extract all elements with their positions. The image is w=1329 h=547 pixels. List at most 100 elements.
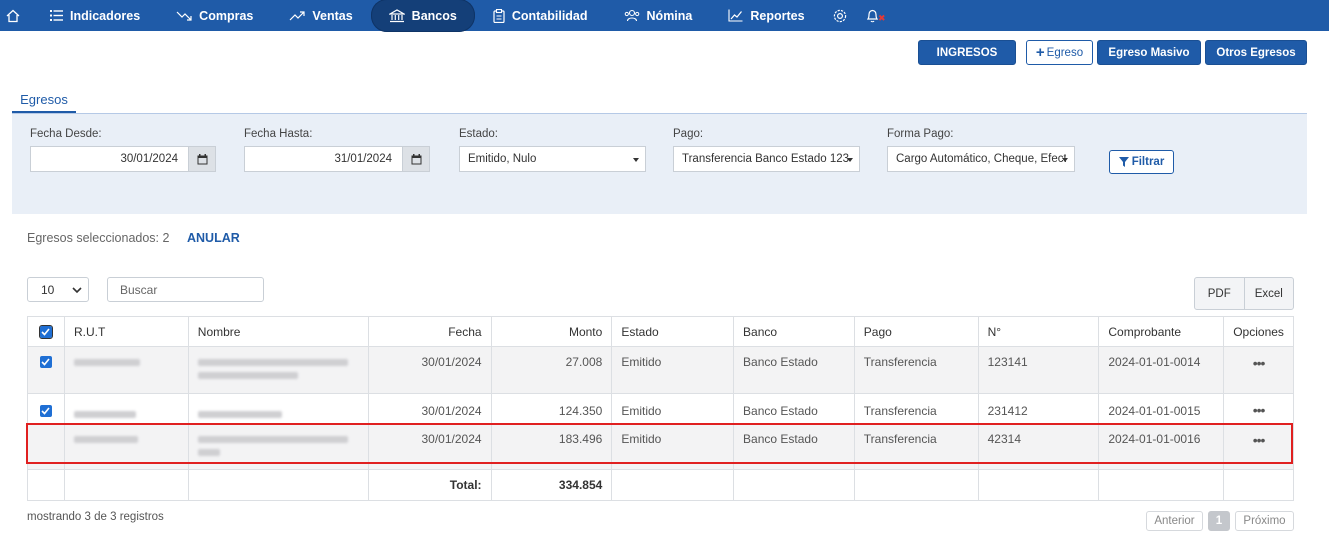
notifications[interactable]: ✖ [857,0,888,31]
filtrar-button[interactable]: Filtrar [1109,150,1174,174]
estado-cell: Emitido [611,346,735,394]
ingresos-button[interactable]: INGRESOS [918,40,1016,65]
comprobante-link[interactable]: 2024-01-01-0016 [1098,424,1225,470]
fecha-hasta-label: Fecha Hasta: [244,128,313,140]
nav-label: Contabilidad [511,8,588,23]
fecha-desde-input[interactable]: 30/01/2024 [30,146,189,172]
col-monto: Monto [490,316,613,347]
fecha-desde-label: Fecha Desde: [30,128,102,140]
comprobante-link[interactable]: 2024-01-01-0014 [1098,346,1225,394]
home-icon[interactable] [0,0,26,31]
notification-badge-icon: ✖ [878,13,886,23]
numero-cell: 231412 [977,393,1100,425]
calendar-icon [197,153,207,164]
total-label: Total: [367,469,492,501]
rut-cell-redacted [63,346,189,394]
empty-cell [977,469,1100,501]
pago-cell: Transferencia [853,424,979,470]
top-navbar: Indicadores Compras Ventas Bancos Contab… [0,0,1329,32]
numero-cell: 123141 [977,346,1100,394]
egreso-masivo-button[interactable]: Egreso Masivo [1097,40,1201,65]
add-egreso-button[interactable]: + Egreso [1026,40,1093,65]
otros-egresos-button[interactable]: Otros Egresos [1205,40,1307,65]
nav-contabilidad[interactable]: Contabilidad [475,0,606,31]
nav-nomina[interactable]: Nómina [606,0,711,31]
list-icon [50,10,63,21]
trend-up-icon [289,10,305,20]
page-1-button[interactable]: 1 [1208,511,1230,531]
people-icon [624,9,639,22]
fecha-hasta-input[interactable]: 31/01/2024 [244,146,403,172]
forma-pago-select[interactable]: Cargo Automático, Cheque, Efect [887,146,1075,172]
table-row[interactable]: 30/01/2024 27.008 Emitido Banco Estado T… [27,346,1294,394]
next-page-button[interactable]: Próximo [1235,511,1294,531]
nav-ventas[interactable]: Ventas [271,0,370,31]
previous-page-button[interactable]: Anterior [1146,511,1203,531]
nombre-cell-redacted [187,424,369,470]
calendar-icon [411,153,421,164]
nav-compras[interactable]: Compras [158,0,271,31]
row-checkbox[interactable] [39,405,52,417]
options-icon[interactable]: ••• [1223,346,1294,394]
select-all-cell [27,316,65,347]
nav-indicadores[interactable]: Indicadores [32,0,158,31]
col-comprobante: Comprobante [1098,316,1225,347]
empty-cell [611,469,735,501]
chevron-down-icon [1062,158,1068,162]
options-icon[interactable]: ••• [1223,393,1294,425]
chart-line-icon [728,9,743,22]
col-numero: N° [977,316,1100,347]
estado-select[interactable]: Emitido, Nulo [459,146,646,172]
pago-cell: Transferencia [853,346,979,394]
total-value: 334.854 [490,469,613,501]
options-icon[interactable]: ••• [1223,424,1294,470]
nav-label: Ventas [312,8,353,23]
monto-cell: 183.496 [490,424,613,470]
pdf-button[interactable]: PDF [1195,278,1244,309]
rut-cell-redacted [63,424,189,470]
row-checkbox-cell [27,393,65,425]
check-icon [41,407,51,415]
table-row[interactable]: 30/01/2024 183.496 Emitido Banco Estado … [27,424,1294,470]
nombre-cell-redacted [187,393,369,425]
row-checkbox[interactable] [39,356,52,368]
select-all-checkbox[interactable] [38,324,53,339]
check-icon [41,358,51,366]
forma-pago-value: Cargo Automático, Cheque, Efect [896,153,1066,165]
empty-cell [187,469,369,501]
nav-label: Bancos [411,8,457,23]
comprobante-link[interactable]: 2024-01-01-0015 [1098,393,1225,425]
estado-cell: Emitido [611,393,735,425]
export-buttons: PDF Excel [1194,277,1294,310]
plus-icon: + [1035,44,1045,61]
col-rut: R.U.T [63,316,189,347]
nav-label: Reportes [750,8,805,23]
tab-egresos[interactable]: Egresos [12,88,76,113]
page-size-select[interactable]: 10 [27,277,89,302]
col-nombre: Nombre [187,316,369,347]
nav-bancos[interactable]: Bancos [370,0,475,32]
nombre-cell-redacted [187,346,369,394]
page-size-value: 10 [41,282,55,297]
nav-reportes[interactable]: Reportes [710,0,822,31]
pago-select[interactable]: Transferencia Banco Estado 123- [673,146,860,172]
clipboard-icon [493,8,505,23]
fecha-hasta-calendar-button[interactable] [402,146,430,172]
estado-label: Estado: [459,128,498,140]
col-fecha: Fecha [367,316,492,347]
search-input[interactable]: Buscar [107,277,264,302]
settings-gear[interactable] [823,0,857,31]
empty-cell [1223,469,1294,501]
search-placeholder: Buscar [120,282,158,297]
excel-button[interactable]: Excel [1243,278,1294,309]
fecha-desde-value: 30/01/2024 [120,153,178,165]
table-row[interactable]: 30/01/2024 124.350 Emitido Banco Estado … [27,393,1294,425]
selected-count-text: Egresos seleccionados: 2 [27,231,170,245]
egresos-table: R.U.T Nombre Fecha Monto Estado Banco Pa… [27,316,1294,501]
empty-cell [1098,469,1225,501]
col-estado: Estado [611,316,735,347]
anular-link[interactable]: ANULAR [187,231,240,245]
fecha-desde-calendar-button[interactable] [188,146,216,172]
chevron-down-icon [847,158,853,162]
col-pago: Pago [853,316,979,347]
